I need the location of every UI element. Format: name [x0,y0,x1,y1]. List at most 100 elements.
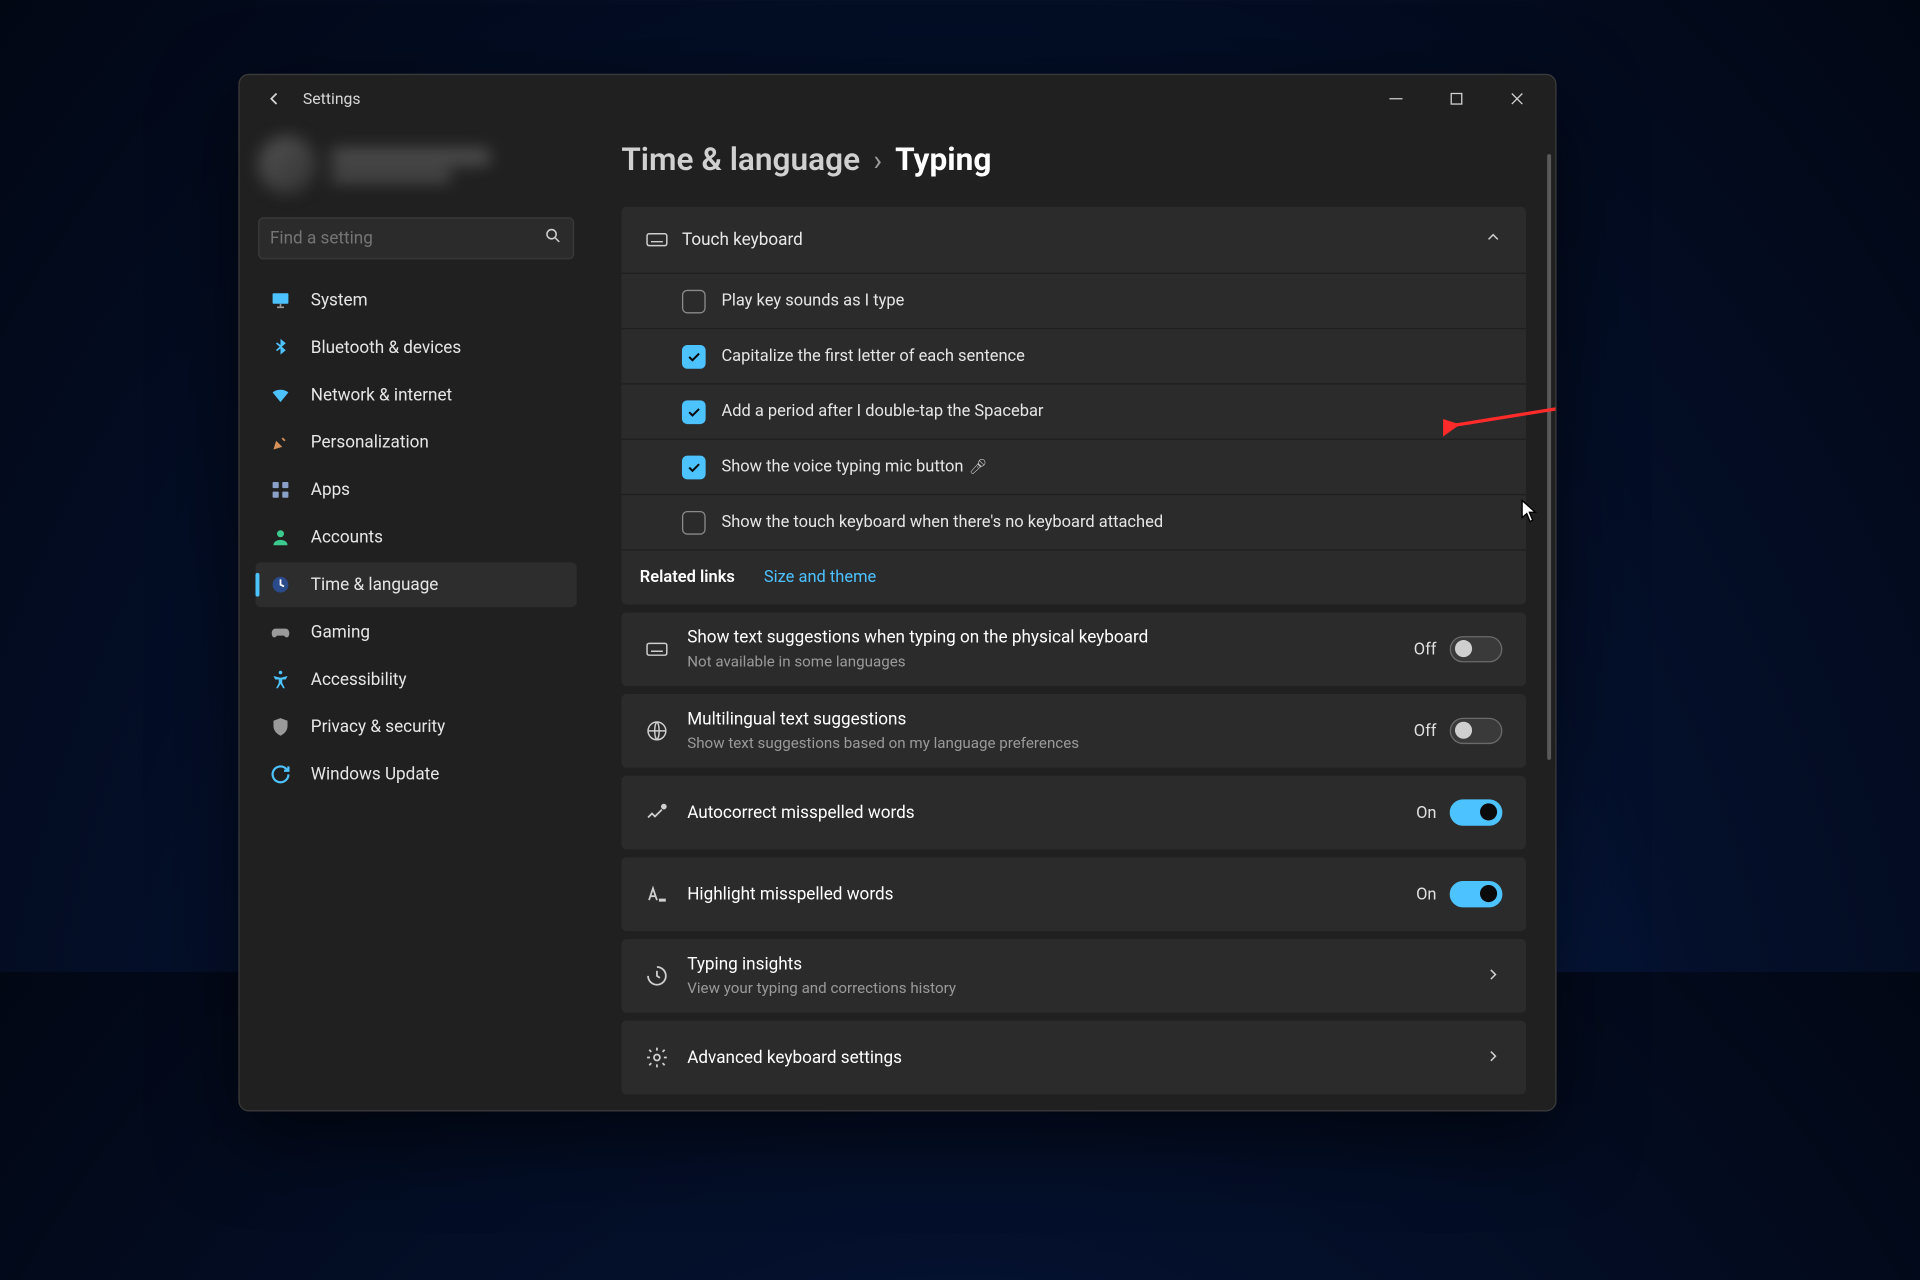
sidebar-item-bluetooth[interactable]: Bluetooth & devices [255,325,576,370]
sidebar-item-label: Apps [311,480,350,500]
toggle[interactable] [1450,881,1503,907]
keyboard-icon [645,228,682,252]
nav-list: System Bluetooth & devices Network & inter… [248,278,585,797]
toggle-state: Off [1414,721,1437,741]
setting-autocorrect[interactable]: Autocorrect misspelled wordsOn [622,776,1527,850]
chevron-up-icon [1484,228,1502,252]
option-label: Show the touch keyboard when there's no … [722,512,1164,532]
titlebar: Settings [240,75,1556,122]
setting-text-suggestions[interactable]: Show text suggestions when typing on the… [622,612,1527,686]
checkbox[interactable] [682,400,706,424]
sidebar-item-privacy[interactable]: Privacy & security [255,705,576,750]
option-label: Show the voice typing mic button [722,457,964,477]
account-header[interactable] [258,122,574,206]
sidebar-item-label: Personalization [311,433,429,453]
checkbox[interactable] [682,344,706,368]
touch-keyboard-option-2[interactable]: Add a period after I double-tap the Spac… [622,383,1527,438]
sidebar-item-accounts[interactable]: Accounts [255,515,576,560]
toggle[interactable] [1450,799,1503,825]
touch-keyboard-option-4[interactable]: Show the touch keyboard when there's no … [622,494,1527,549]
touch-keyboard-option-1[interactable]: Capitalize the first letter of each sent… [622,328,1527,383]
time-language-icon [269,573,293,597]
chevron-right-icon [1484,1045,1502,1070]
accessibility-icon [269,668,293,692]
sidebar-item-label: Windows Update [311,764,440,784]
highlight-icon [645,882,687,906]
back-button[interactable] [258,83,290,115]
setting-subtitle: View your typing and corrections history [687,978,1484,996]
setting-title: Typing insights [687,955,1484,975]
sidebar-item-label: Privacy & security [311,717,445,737]
sidebar-item-label: Gaming [311,622,370,642]
sidebar-item-label: Accounts [311,527,383,547]
personalization-icon [269,431,293,455]
option-label: Play key sounds as I type [722,291,905,311]
gaming-icon [269,620,293,644]
chevron-right-icon: › [874,145,883,178]
bluetooth-icon [269,336,293,360]
toggle-state: On [1416,884,1436,904]
advanced-icon [645,1046,687,1070]
sidebar-item-apps[interactable]: Apps [255,467,576,512]
toggle[interactable] [1450,636,1503,662]
main-content: Time & language › Typing Touch keyboard … [585,122,1556,1110]
text-suggestions-icon [645,637,687,661]
scrollbar[interactable] [1547,154,1551,760]
setting-title: Show text suggestions when typing on the… [687,628,1414,648]
breadcrumb-current: Typing [895,141,991,178]
multilingual-icon [645,719,687,743]
touch-keyboard-section: Touch keyboard Play key sounds as I type… [622,207,1527,605]
setting-title: Highlight misspelled words [687,884,1416,904]
sidebar-item-update[interactable]: Windows Update [255,752,576,797]
setting-title: Autocorrect misspelled words [687,803,1416,823]
setting-multilingual[interactable]: Multilingual text suggestionsShow text s… [622,694,1527,768]
network-icon [269,383,293,407]
privacy-icon [269,715,293,739]
option-label: Add a period after I double-tap the Spac… [722,402,1044,422]
sidebar-item-label: Bluetooth & devices [311,338,461,358]
apps-icon [269,478,293,502]
insights-icon [645,964,687,988]
system-icon [269,288,293,312]
touch-keyboard-header[interactable]: Touch keyboard [622,207,1527,273]
sidebar-item-label: Time & language [311,575,439,595]
search-box[interactable] [258,217,574,259]
checkbox[interactable] [682,510,706,534]
sidebar-item-system[interactable]: System [255,278,576,323]
sidebar-item-label: Accessibility [311,670,407,690]
checkbox[interactable] [682,289,706,313]
close-button[interactable] [1487,79,1548,119]
search-icon [544,227,562,251]
sidebar-item-time-language[interactable]: Time & language [255,562,576,607]
sidebar-item-label: System [311,290,368,310]
search-input[interactable] [270,228,544,248]
maximize-button[interactable] [1426,79,1487,119]
related-links: Related links Size and theme [622,549,1527,604]
setting-advanced[interactable]: Advanced keyboard settings [622,1021,1527,1095]
mic-icon: 🎤︎ [969,458,987,475]
touch-keyboard-option-3[interactable]: Show the voice typing mic button 🎤︎ [622,439,1527,494]
breadcrumb-parent[interactable]: Time & language [622,141,861,178]
checkbox[interactable] [682,455,706,479]
update-icon [269,762,293,786]
chevron-right-icon [1484,963,1502,988]
sidebar-item-gaming[interactable]: Gaming [255,610,576,655]
size-and-theme-link[interactable]: Size and theme [764,568,876,588]
toggle-state: On [1416,803,1436,823]
setting-subtitle: Show text suggestions based on my langua… [687,734,1414,752]
sidebar: System Bluetooth & devices Network & inter… [240,122,585,1110]
option-label: Capitalize the first letter of each sent… [722,346,1025,366]
setting-insights[interactable]: Typing insights View your typing and corr… [622,939,1527,1013]
minimize-button[interactable] [1366,79,1427,119]
setting-title: Advanced keyboard settings [687,1048,1484,1068]
toggle[interactable] [1450,718,1503,744]
breadcrumb: Time & language › Typing [622,141,1527,178]
accounts-icon [269,525,293,549]
settings-window: Settings System Bluetooth & devices Networ… [238,74,1556,1112]
setting-highlight[interactable]: Highlight misspelled wordsOn [622,857,1527,931]
sidebar-item-personalization[interactable]: Personalization [255,420,576,465]
touch-keyboard-option-0[interactable]: Play key sounds as I type [622,273,1527,328]
autocorrect-icon [645,801,687,825]
sidebar-item-network[interactable]: Network & internet [255,373,576,418]
sidebar-item-accessibility[interactable]: Accessibility [255,657,576,702]
